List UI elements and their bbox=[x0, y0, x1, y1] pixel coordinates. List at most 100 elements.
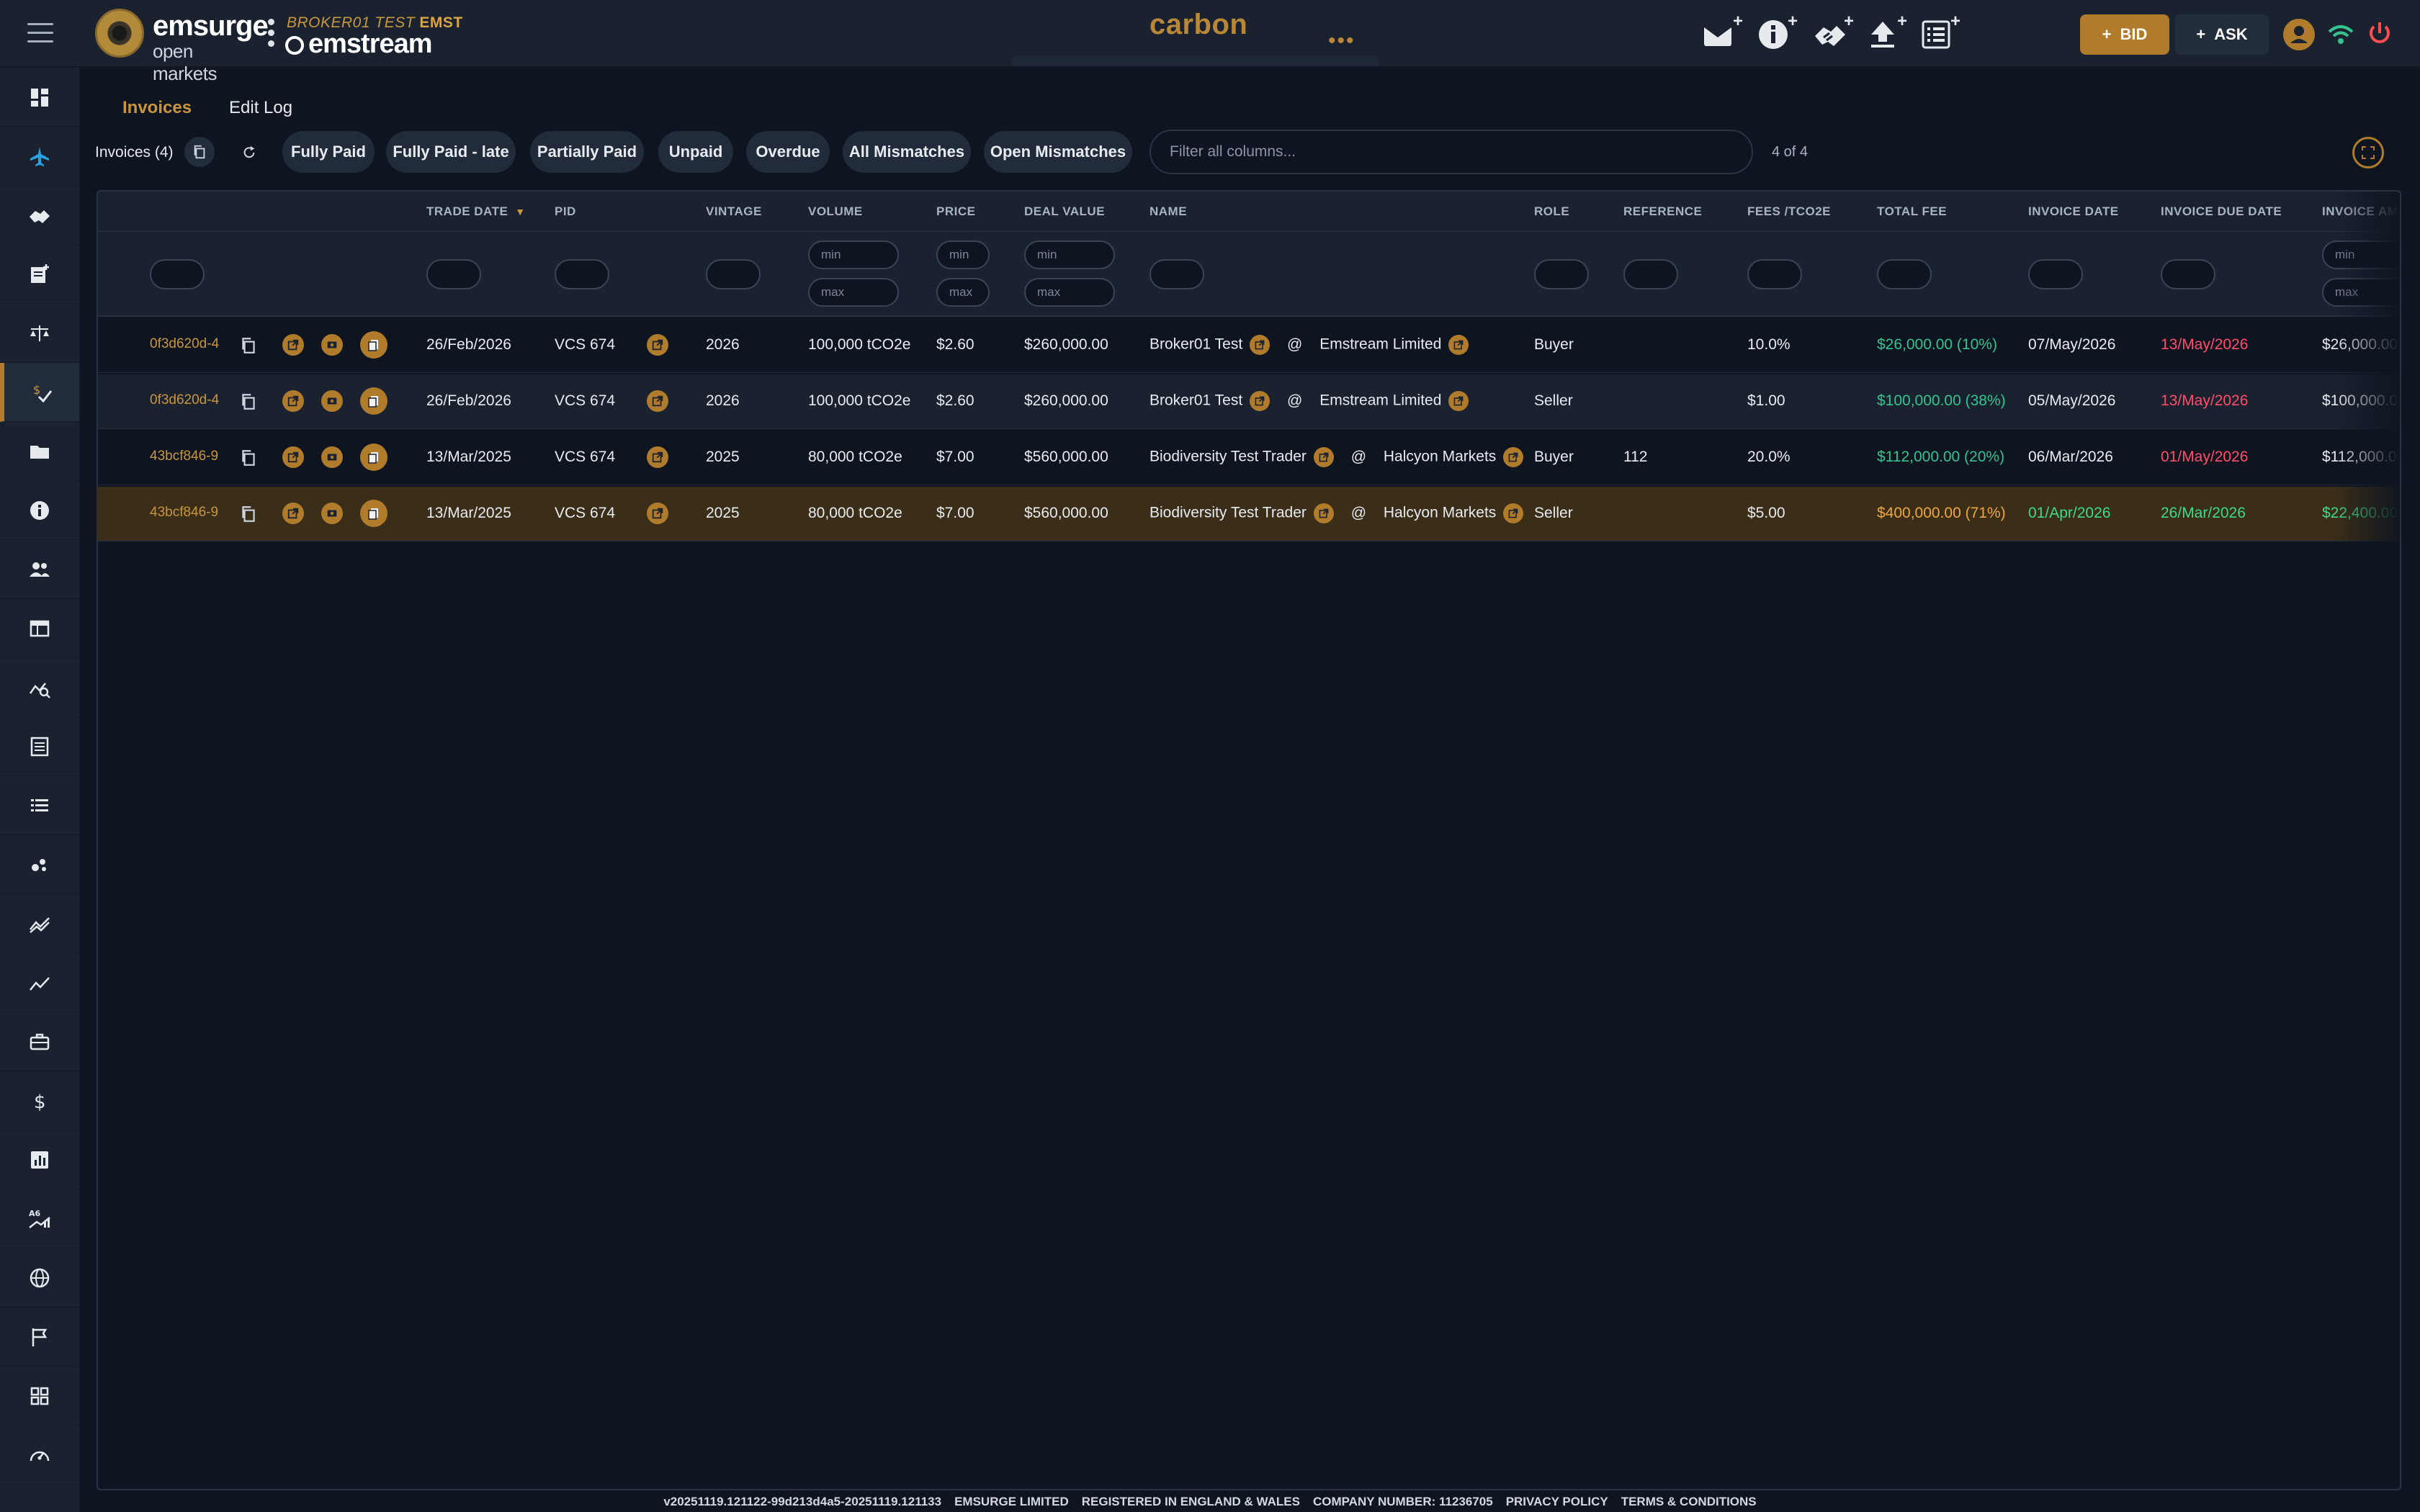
emsurge-logo[interactable]: emsurge open markets bbox=[95, 9, 269, 84]
open-party-b-icon[interactable] bbox=[1503, 503, 1524, 523]
sidebar-item-users[interactable] bbox=[0, 540, 79, 599]
bid-button[interactable]: + BID bbox=[2080, 14, 2169, 55]
invoice-doc-icon[interactable] bbox=[360, 387, 387, 415]
open-trade-icon[interactable] bbox=[282, 446, 304, 468]
col-volume[interactable]: VOLUME bbox=[808, 204, 863, 219]
info-add-icon[interactable]: + bbox=[1756, 12, 1798, 52]
filter-reference[interactable] bbox=[1623, 259, 1678, 289]
filter-vintage[interactable] bbox=[706, 259, 761, 289]
copy-icon[interactable] bbox=[239, 392, 258, 411]
sidebar-item-portfolio[interactable] bbox=[0, 1012, 79, 1071]
open-party-a-icon[interactable] bbox=[1313, 503, 1334, 523]
chip-fully-paid-late[interactable]: Fully Paid - late bbox=[386, 131, 516, 173]
sidebar-item-compare[interactable] bbox=[0, 304, 79, 363]
sidebar-item-scatter[interactable] bbox=[0, 835, 79, 894]
payment-icon[interactable] bbox=[321, 446, 343, 468]
filter-id[interactable] bbox=[150, 259, 205, 289]
copy-icon[interactable] bbox=[239, 449, 258, 467]
chip-all-mismatches[interactable]: All Mismatches bbox=[843, 131, 971, 173]
col-name[interactable]: NAME bbox=[1150, 204, 1187, 219]
chip-partially-paid[interactable]: Partially Paid bbox=[530, 131, 644, 173]
invoice-doc-icon[interactable] bbox=[360, 444, 387, 471]
tab-edit-log[interactable]: Edit Log bbox=[229, 98, 292, 118]
copy-button[interactable] bbox=[184, 137, 215, 167]
sidebar-item-trends[interactable] bbox=[0, 894, 79, 953]
copy-icon[interactable] bbox=[239, 505, 258, 523]
open-project-icon[interactable] bbox=[647, 503, 668, 524]
open-project-icon[interactable] bbox=[647, 334, 668, 356]
more-vert-icon[interactable] bbox=[268, 19, 275, 52]
open-party-a-icon[interactable] bbox=[1313, 447, 1334, 467]
col-role[interactable]: ROLE bbox=[1534, 204, 1569, 219]
list-add-icon[interactable]: + bbox=[1919, 12, 1960, 52]
sidebar-item-pricing[interactable]: $ bbox=[0, 1071, 79, 1130]
sidebar-item-apps[interactable] bbox=[0, 1367, 79, 1426]
fullscreen-button[interactable] bbox=[2352, 137, 2384, 168]
chip-overdue[interactable]: Overdue bbox=[746, 131, 830, 173]
payment-icon[interactable] bbox=[321, 390, 343, 412]
sidebar-item-deals[interactable] bbox=[0, 186, 79, 245]
filter-deal-value-min[interactable]: min bbox=[1024, 240, 1115, 269]
privacy-policy-link[interactable]: PRIVACY POLICY bbox=[1506, 1495, 1608, 1512]
product-switcher-tab[interactable] bbox=[1011, 56, 1379, 66]
filter-fees[interactable] bbox=[1747, 259, 1802, 289]
upload-add-icon[interactable]: + bbox=[1865, 12, 1907, 52]
power-icon[interactable] bbox=[2365, 19, 2394, 48]
ask-button[interactable]: + ASK bbox=[2175, 14, 2269, 55]
filter-trade-date[interactable] bbox=[426, 259, 481, 289]
open-party-b-icon[interactable] bbox=[1503, 447, 1524, 467]
sidebar-item-list[interactable] bbox=[0, 776, 79, 835]
sidebar-item-documents[interactable] bbox=[0, 717, 79, 776]
sidebar-item-info[interactable] bbox=[0, 481, 79, 540]
open-party-b-icon[interactable] bbox=[1448, 391, 1469, 411]
col-price[interactable]: PRICE bbox=[936, 204, 975, 219]
col-vintage[interactable]: VINTAGE bbox=[706, 204, 762, 219]
open-party-a-icon[interactable] bbox=[1250, 335, 1270, 355]
sidebar-item-flights[interactable] bbox=[0, 127, 79, 186]
refresh-button[interactable] bbox=[236, 140, 262, 166]
col-invoice-amount[interactable]: INVOICE AMO bbox=[2322, 204, 2400, 219]
tab-invoices[interactable]: Invoices bbox=[122, 98, 192, 118]
invoice-doc-icon[interactable] bbox=[360, 331, 387, 359]
sidebar-item-invoices[interactable]: $ bbox=[0, 363, 79, 422]
payment-icon[interactable] bbox=[321, 334, 343, 356]
table-row[interactable]: 43bcf846-9 13/Mar/2025 VCS 674 2025 80,0… bbox=[98, 431, 2400, 485]
filter-role[interactable] bbox=[1534, 259, 1589, 289]
invoice-doc-icon[interactable] bbox=[360, 500, 387, 527]
sidebar-item-folders[interactable] bbox=[0, 422, 79, 481]
open-project-icon[interactable] bbox=[647, 390, 668, 412]
col-deal-value[interactable]: DEAL VALUE bbox=[1024, 204, 1105, 219]
sidebar-item-charts[interactable] bbox=[0, 953, 79, 1012]
copy-icon[interactable] bbox=[239, 336, 258, 355]
sidebar-item-a6[interactable]: A6 bbox=[0, 1189, 79, 1248]
filter-invoice-due-date[interactable] bbox=[2161, 259, 2215, 289]
col-invoice-due-date[interactable]: INVOICE DUE DATE bbox=[2161, 204, 2282, 219]
more-horiz-icon[interactable]: ••• bbox=[1328, 30, 1355, 52]
open-trade-icon[interactable] bbox=[282, 390, 304, 412]
chip-unpaid[interactable]: Unpaid bbox=[658, 131, 733, 173]
col-invoice-date[interactable]: INVOICE DATE bbox=[2028, 204, 2119, 219]
table-row[interactable]: 0f3d620d-4 26/Feb/2026 VCS 674 2026 100,… bbox=[98, 374, 2400, 429]
sidebar-item-analytics[interactable] bbox=[0, 658, 79, 717]
sidebar-item-tables[interactable] bbox=[0, 599, 79, 658]
cell-id[interactable]: 43bcf846-9 bbox=[150, 449, 218, 464]
open-trade-icon[interactable] bbox=[282, 334, 304, 356]
sidebar-item-new-note[interactable] bbox=[0, 245, 79, 304]
open-party-a-icon[interactable] bbox=[1250, 391, 1270, 411]
filter-volume-max[interactable]: max bbox=[808, 278, 899, 307]
cell-id[interactable]: 0f3d620d-4 bbox=[150, 392, 219, 408]
sidebar-item-reports[interactable] bbox=[0, 1130, 79, 1189]
table-row[interactable]: 0f3d620d-4 26/Feb/2026 VCS 674 2026 100,… bbox=[98, 318, 2400, 373]
sidebar-item-flags[interactable] bbox=[0, 1308, 79, 1367]
open-trade-icon[interactable] bbox=[282, 503, 304, 524]
col-pid[interactable]: PID bbox=[555, 204, 576, 219]
filter-price-min[interactable]: min bbox=[936, 240, 990, 269]
filter-invoice-date[interactable] bbox=[2028, 259, 2083, 289]
open-project-icon[interactable] bbox=[647, 446, 668, 468]
col-trade-date[interactable]: TRADE DATE ▼ bbox=[426, 204, 526, 219]
menu-icon[interactable] bbox=[27, 23, 53, 45]
sidebar-item-performance[interactable] bbox=[0, 1426, 79, 1485]
filter-total-fee[interactable] bbox=[1877, 259, 1932, 289]
payment-icon[interactable] bbox=[321, 503, 343, 524]
filter-price-max[interactable]: max bbox=[936, 278, 990, 307]
